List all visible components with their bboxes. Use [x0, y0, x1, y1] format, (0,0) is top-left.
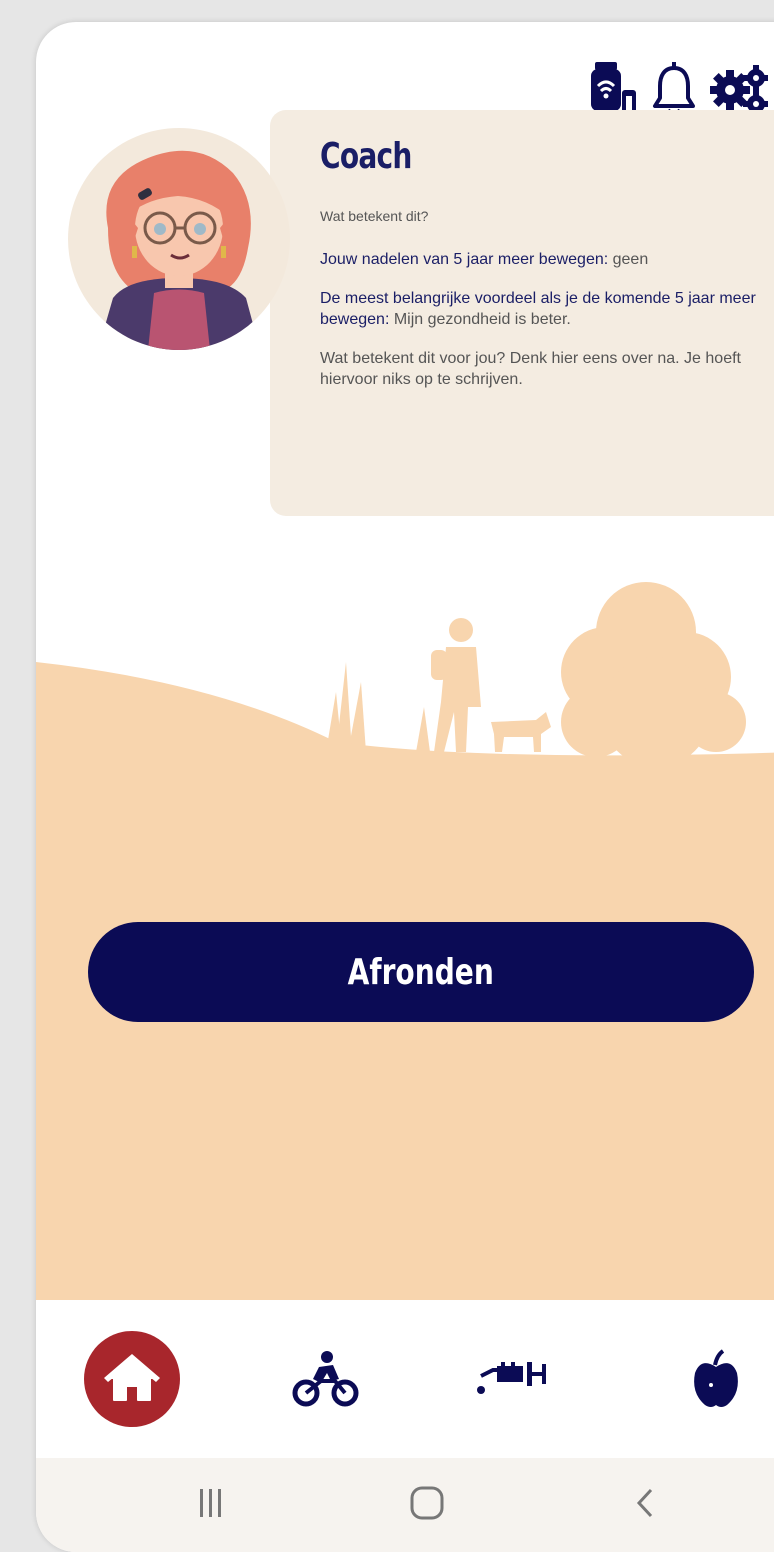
recent-apps-icon	[200, 1489, 221, 1517]
home-button[interactable]	[84, 1331, 180, 1427]
recent-apps-button[interactable]	[186, 1478, 236, 1528]
system-back-button[interactable]	[620, 1478, 670, 1528]
sprinkler-icon	[477, 1362, 546, 1394]
phone-screen: Coach Wat betekent dit? Jouw nadelen van…	[36, 22, 774, 1552]
home-circle-icon	[410, 1486, 444, 1520]
system-navigation-bar	[36, 1458, 774, 1552]
advantage-text: De meest belangrijke voordeel als je de …	[320, 288, 760, 330]
back-icon	[636, 1488, 653, 1518]
coach-avatar	[68, 128, 290, 350]
system-home-button[interactable]	[402, 1478, 452, 1528]
disadvantages-label: Jouw nadelen van 5 jaar meer bewegen:	[320, 251, 609, 268]
disadvantages-text: Jouw nadelen van 5 jaar meer bewegen: ge…	[320, 249, 760, 270]
bottom-navigation	[36, 1300, 774, 1458]
coach-title: Coach	[320, 136, 412, 177]
disadvantages-value: geen	[608, 251, 649, 268]
afronden-label: Afronden	[347, 951, 495, 993]
afronden-button[interactable]: Afronden	[88, 922, 754, 1022]
coach-question: Wat betekent dit?	[320, 208, 429, 224]
apple-icon	[694, 1349, 738, 1407]
nav-cycling[interactable]	[286, 1300, 366, 1458]
nav-nutrition[interactable]	[676, 1300, 756, 1458]
nav-sprinkler[interactable]	[466, 1300, 566, 1458]
nav-home[interactable]	[84, 1300, 180, 1458]
coach-message-card: Coach Wat betekent dit? Jouw nadelen van…	[270, 110, 774, 516]
advantage-value: Mijn gezondheid is beter.	[389, 311, 571, 328]
bicycle-icon	[292, 1351, 359, 1407]
home-icon	[104, 1354, 160, 1401]
reflection-text: Wat betekent dit voor jou? Denk hier een…	[320, 350, 741, 388]
coach-message-body: Wat betekent dit? Jouw nadelen van 5 jaa…	[320, 206, 760, 408]
